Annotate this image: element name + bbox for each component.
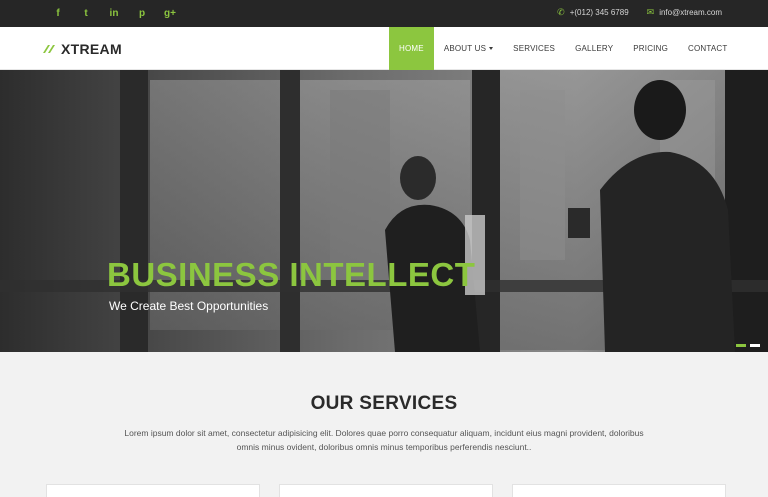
nav-menu: HOME ABOUT US SERVICES GALLERY PRICING C…	[389, 27, 738, 70]
contact-info: ✆ +(012) 345 6789 ✉ info@xtream.com	[557, 7, 722, 18]
facebook-icon[interactable]: f	[44, 7, 72, 20]
chat-icon: ✉	[646, 7, 655, 17]
caret-down-icon	[489, 47, 494, 51]
nav-item-label: ABOUT US	[443, 44, 487, 53]
logo-icon	[43, 45, 55, 53]
nav-item-gallery[interactable]: GALLERY	[565, 27, 623, 70]
service-card-2	[279, 484, 493, 497]
twitter-icon[interactable]: t	[72, 7, 100, 20]
slider-dots	[736, 344, 760, 347]
main-navbar: XTREAM HOME ABOUT US SERVICES GALLERY PR…	[0, 27, 768, 70]
hero-slider: BUSINESS INTELLECT We Create Best Opport…	[0, 70, 768, 352]
nav-item-services[interactable]: SERVICES	[503, 27, 565, 70]
services-description: Lorem ipsum dolor sit amet, consectetur …	[124, 428, 644, 452]
phone-number[interactable]: +(012) 345 6789	[570, 8, 629, 17]
top-bar: f t in p g+ ✆ +(012) 345 6789 ✉ info@xtr…	[0, 0, 768, 27]
hero-title: BUSINESS INTELLECT	[107, 256, 476, 293]
service-card-3	[512, 484, 726, 497]
nav-item-about-us[interactable]: ABOUT US	[434, 27, 503, 70]
logo[interactable]: XTREAM	[41, 41, 122, 57]
slider-dot-2[interactable]	[750, 344, 760, 347]
phone-icon: ✆	[557, 7, 565, 17]
slider-dot-1[interactable]	[736, 344, 746, 347]
social-links: f t in p g+	[44, 7, 184, 20]
nav-item-home[interactable]: HOME	[389, 27, 434, 70]
logo-text: XTREAM	[61, 41, 122, 57]
nav-item-contact[interactable]: CONTACT	[678, 27, 737, 70]
google-plus-icon[interactable]: g+	[156, 7, 184, 20]
services-title: OUR SERVICES	[310, 393, 458, 414]
pinterest-icon[interactable]: p	[128, 7, 156, 20]
email-address[interactable]: info@xtream.com	[659, 8, 722, 17]
service-card-1	[46, 484, 260, 497]
hero-subtitle: We Create Best Opportunities	[109, 299, 269, 313]
linkedin-icon[interactable]: in	[100, 7, 128, 20]
nav-item-pricing[interactable]: PRICING	[623, 27, 678, 70]
